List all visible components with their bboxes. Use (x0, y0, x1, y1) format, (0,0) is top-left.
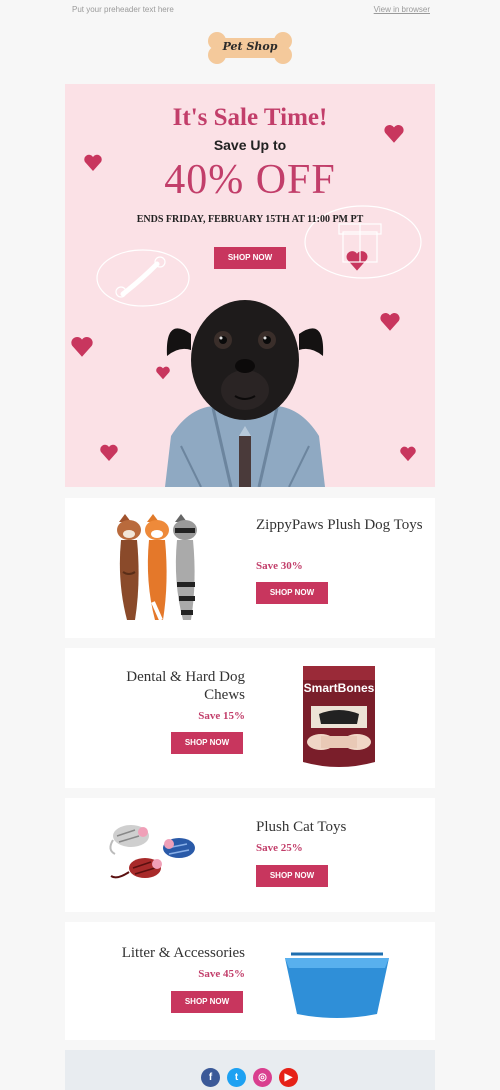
view-in-browser-link[interactable]: View in browser (374, 5, 430, 14)
youtube-icon[interactable]: ▶ (279, 1068, 298, 1087)
product-shop-now-button[interactable]: SHOP NOW (256, 865, 328, 887)
product-card-plush-cat-toys: Plush Cat Toys Save 25% SHOP NOW (65, 798, 435, 912)
product-card-litter: Litter & Accessories Save 45% SHOP NOW (65, 922, 435, 1040)
product-shop-now-button[interactable]: SHOP NOW (171, 991, 243, 1013)
product-name: ZippyPaws Plush Dog Toys (256, 517, 423, 533)
heart-icon (380, 312, 400, 331)
hero-discount: 40% OFF (164, 157, 336, 203)
heart-icon (400, 446, 416, 462)
product-card-dog-chews: Dental & Hard Dog Chews Save 15% SHOP NO… (65, 648, 435, 788)
product-card-plush-dog-toys: ZippyPaws Plush Dog Toys Save 30% SHOP N… (65, 498, 435, 638)
hero-ends-date: ENDS FRIDAY, FEBRUARY 15TH AT 11:00 PM P… (136, 214, 364, 225)
twitter-icon[interactable]: t (227, 1068, 246, 1087)
plush-cat-mice-image (109, 825, 195, 879)
smartbones-package-image: SmartBones (303, 666, 375, 767)
hero-title: It's Sale Time! (172, 104, 328, 131)
product-name: Plush Cat Toys (256, 819, 347, 835)
product-save-label: Save 25% (256, 842, 303, 854)
product-name: Litter & Accessories (121, 945, 245, 961)
pet-shop-logo[interactable]: Pet Shop (208, 32, 292, 64)
product-name: Dental & Hard Dog Chews (126, 669, 245, 703)
package-brand-text: SmartBones (304, 681, 375, 695)
heart-icon (100, 444, 118, 461)
preheader-text: Put your preheader text here (72, 5, 174, 14)
product-save-label: Save 15% (198, 710, 245, 722)
instagram-icon[interactable]: ◎ (253, 1068, 272, 1087)
product-save-label: Save 45% (198, 968, 245, 980)
plush-dog-toys-image (117, 514, 197, 621)
facebook-icon[interactable]: f (201, 1068, 220, 1087)
hero-subtitle: Save Up to (213, 137, 287, 153)
product-save-label: Save 30% (256, 560, 303, 572)
preheader-bar: Put your preheader text here View in bro… (0, 0, 500, 22)
pug-photo (165, 300, 325, 487)
product-shop-now-button[interactable]: SHOP NOW (171, 732, 243, 754)
blue-litter-box-image (285, 952, 389, 1018)
logo-text: Pet Shop (222, 40, 278, 53)
heart-icon (71, 336, 93, 357)
hero-shop-now-button[interactable]: SHOP NOW (214, 247, 286, 269)
hero-banner: It's Sale Time! Save Up to 40% OFF ENDS … (65, 84, 435, 487)
footer-social-bar: f t ◎ ▶ (65, 1050, 435, 1090)
product-shop-now-button[interactable]: SHOP NOW (256, 582, 328, 604)
